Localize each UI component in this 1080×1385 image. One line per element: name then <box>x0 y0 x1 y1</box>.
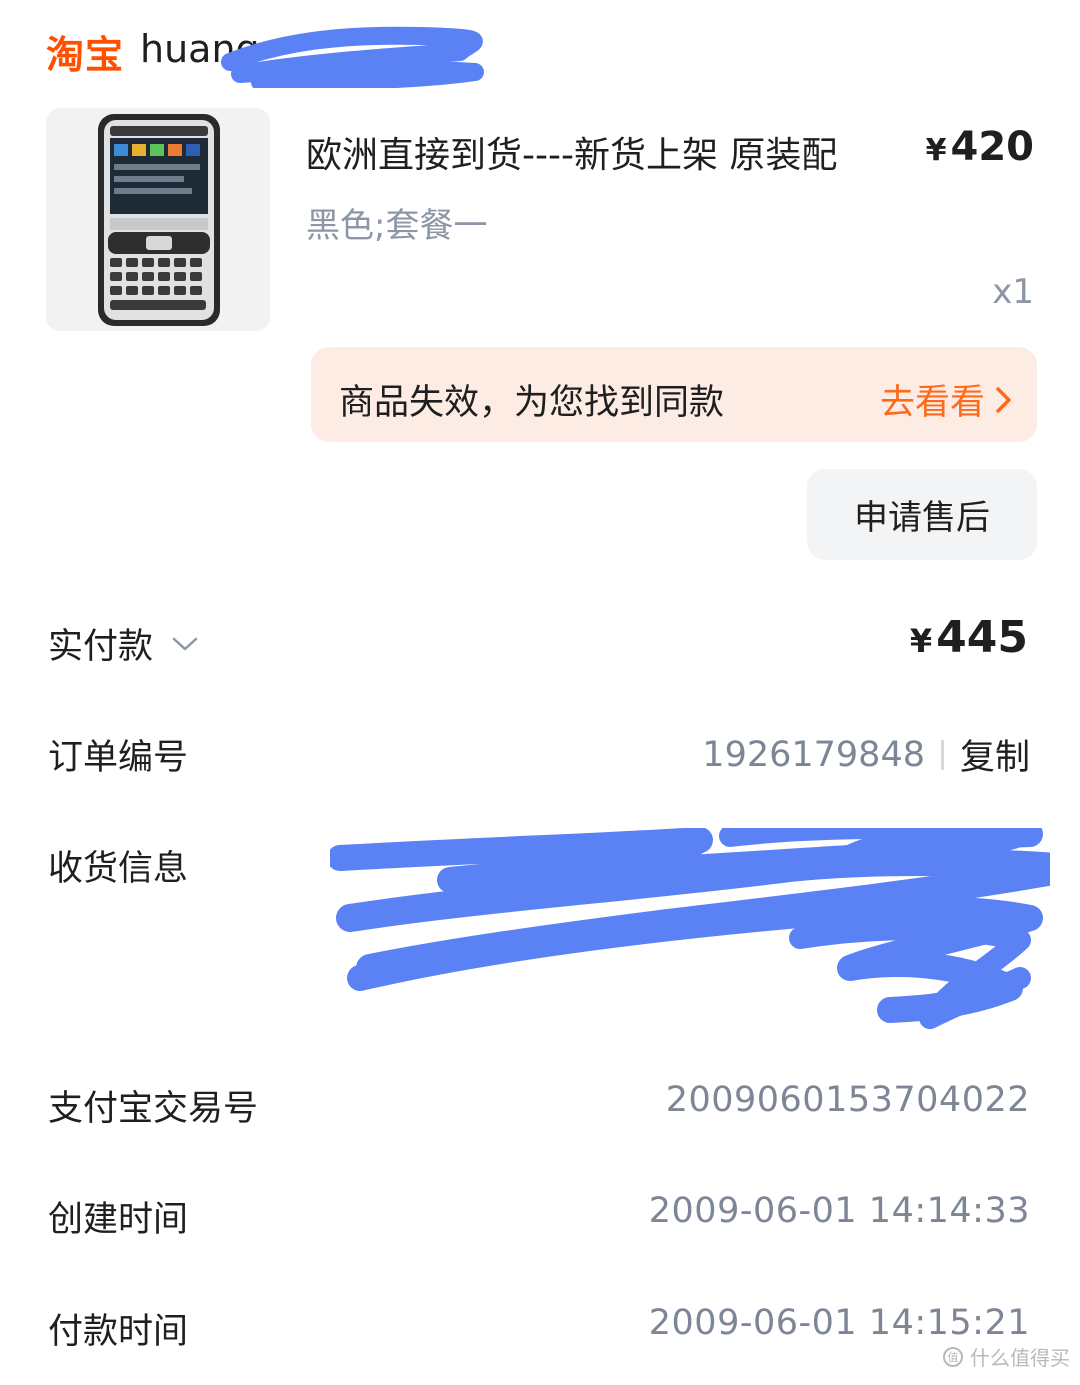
paid-amount: ¥445 <box>910 612 1028 663</box>
shipping-address-redacted <box>330 828 1050 1038</box>
product-title[interactable]: 欧洲直接到货----新货上架 原装配 <box>306 126 926 178</box>
similar-item-banner[interactable]: 商品失效，为您找到同款 去看看 <box>311 347 1037 442</box>
svg-text:值: 值 <box>948 1351 959 1364</box>
banner-message: 商品失效，为您找到同款 <box>339 383 725 423</box>
phone-image <box>98 114 220 326</box>
product-quantity: x1 <box>992 272 1034 312</box>
redaction-scribble <box>330 828 1050 1029</box>
product-thumbnail[interactable] <box>46 108 270 331</box>
created-time-value: 2009-06-01 14:14:33 <box>648 1191 1030 1231</box>
order-number-row: 1926179848 复制 <box>702 729 1030 780</box>
after-sale-button[interactable]: 申请售后 <box>807 469 1037 560</box>
taobao-logo: 淘宝 <box>46 33 125 77</box>
divider <box>940 739 944 770</box>
chevron-right-icon <box>996 386 1011 413</box>
copy-button[interactable]: 复制 <box>960 729 1030 780</box>
watermark-text: 什么值得买 <box>970 1346 1070 1370</box>
payment-time-value: 2009-06-01 14:15:21 <box>648 1303 1030 1343</box>
currency-symbol: ¥ <box>925 133 947 168</box>
order-number-value: 1926179848 <box>702 734 925 775</box>
watermark: 值 什么值得买 <box>942 1342 1070 1371</box>
order-number-label: 订单编号 <box>48 738 189 778</box>
chevron-down-icon <box>172 637 198 650</box>
alipay-trade-value: 2009060153704022 <box>665 1080 1030 1120</box>
price-value: 420 <box>950 124 1035 170</box>
paid-amount-value: 445 <box>936 612 1028 663</box>
watermark-logo-icon: 值 <box>943 1346 963 1367</box>
shipping-info-label: 收货信息 <box>48 849 189 889</box>
redaction-scribble <box>221 26 484 88</box>
view-similar-link[interactable]: 去看看 <box>880 374 1013 425</box>
product-price: ¥420 <box>926 124 1034 170</box>
view-similar-label: 去看看 <box>879 383 985 423</box>
payment-time-label: 付款时间 <box>48 1312 189 1352</box>
paid-amount-toggle[interactable]: 实付款 <box>48 618 199 669</box>
product-variant: 黑色;套餐一 <box>306 206 488 246</box>
created-time-label: 创建时间 <box>48 1200 189 1240</box>
currency-symbol: ¥ <box>909 622 933 660</box>
alipay-trade-label: 支付宝交易号 <box>48 1089 259 1129</box>
paid-label: 实付款 <box>48 627 154 667</box>
